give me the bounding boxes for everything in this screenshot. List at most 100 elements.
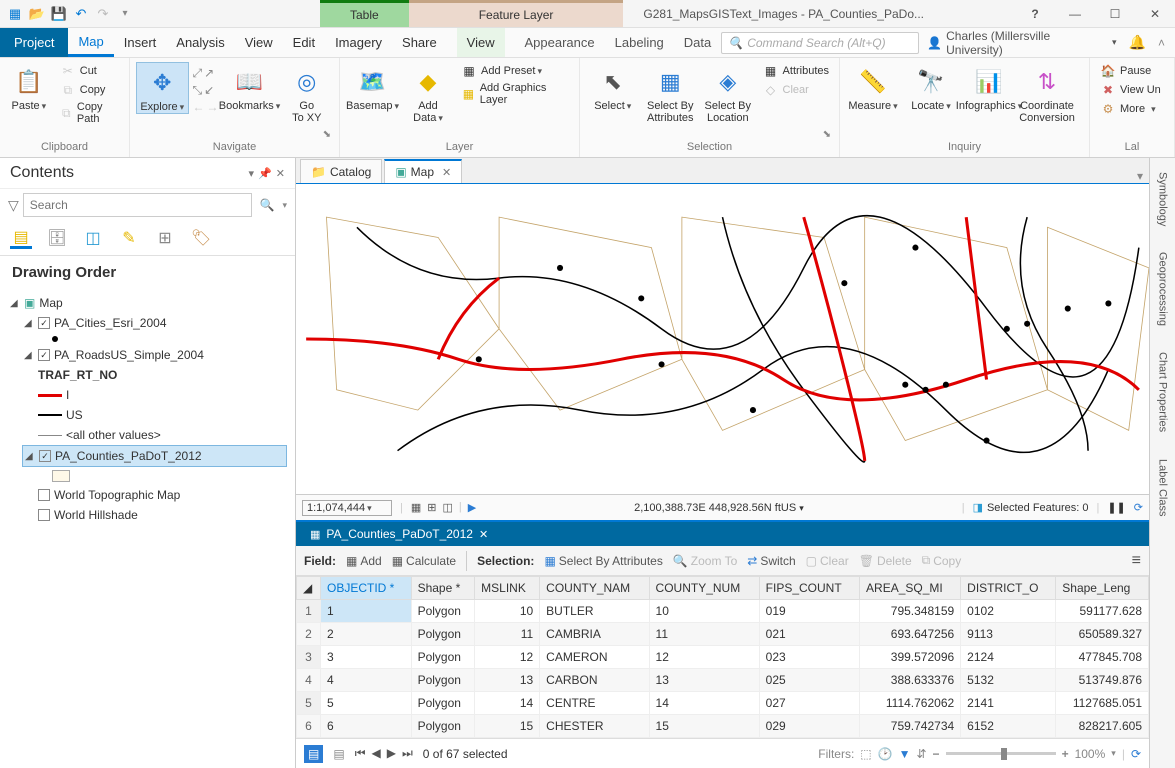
paste-button[interactable]: 📋 Paste — [6, 62, 52, 112]
table-cell[interactable]: 399.572096 — [860, 646, 961, 669]
table-row[interactable]: 55Polygon14CENTRE140271114.7620622141112… — [297, 692, 1149, 715]
table-cell[interactable]: 388.633376 — [860, 669, 961, 692]
view-unplaced-button[interactable]: ✖View Un — [1096, 81, 1165, 99]
attributes-button[interactable]: ▦Attributes — [759, 62, 833, 80]
imagery-tab[interactable]: Imagery — [325, 28, 392, 57]
table-cell[interactable]: 0102 — [961, 600, 1056, 623]
search-icon[interactable]: 🔍 — [256, 198, 279, 212]
table-cell[interactable]: 759.742734 — [860, 715, 961, 738]
table-cell[interactable]: CARBON — [540, 669, 649, 692]
user-account[interactable]: 👤Charles (Millersville University)▾ — [927, 29, 1116, 57]
table-cell[interactable]: CAMBRIA — [540, 623, 649, 646]
table-cell[interactable]: 6 — [297, 715, 321, 738]
pane-close-icon[interactable]: ✕ — [276, 167, 285, 180]
column-header[interactable]: OBJECTID * — [321, 577, 412, 600]
layer-checkbox[interactable] — [38, 317, 50, 329]
minimize-icon[interactable]: — — [1055, 0, 1095, 28]
clear-selection-button[interactable]: ◇Clear — [759, 81, 833, 99]
add-preset-button[interactable]: ▦Add Preset — [457, 62, 573, 80]
table-view-subtab[interactable]: View — [457, 28, 505, 57]
project-tab[interactable]: Project — [0, 28, 68, 57]
table-row[interactable]: 22Polygon11CAMBRIA11021693.6472569113650… — [297, 623, 1149, 646]
table-cell[interactable]: CHESTER — [540, 715, 649, 738]
view-options-icon[interactable]: ▾ — [1131, 169, 1149, 183]
column-header[interactable]: AREA_SQ_MI — [860, 577, 961, 600]
open-project-icon[interactable]: 📂 — [28, 5, 46, 23]
list-by-snapping-icon[interactable]: ⊞ — [154, 227, 176, 249]
maximize-icon[interactable]: ☐ — [1095, 0, 1135, 28]
table-cell[interactable]: 019 — [759, 600, 859, 623]
table-cell[interactable]: Polygon — [411, 623, 475, 646]
table-cell[interactable]: 14 — [475, 692, 540, 715]
geoprocessing-pane-tab[interactable]: Geoprocessing — [1157, 246, 1169, 332]
table-cell[interactable]: 3 — [321, 646, 412, 669]
list-by-editing-icon[interactable]: ✎ — [118, 227, 140, 249]
copy-path-button[interactable]: ⧉Copy Path — [56, 100, 123, 126]
share-tab[interactable]: Share — [392, 28, 447, 57]
measure-button[interactable]: 📏Measure — [846, 62, 900, 112]
save-icon[interactable]: 💾 — [50, 5, 68, 23]
goto-xy-button[interactable]: ◎ Go To XY — [281, 62, 333, 124]
table-cell[interactable]: 2141 — [961, 692, 1056, 715]
chart-properties-pane-tab[interactable]: Chart Properties — [1157, 346, 1169, 438]
pause-drawing-icon[interactable]: ❚❚ — [1107, 501, 1125, 514]
selection-launcher-icon[interactable]: ⬊ — [823, 129, 831, 140]
layer-checkbox[interactable] — [38, 489, 50, 501]
table-cell[interactable]: 2 — [321, 623, 412, 646]
list-by-labeling-icon[interactable]: 🏷 — [190, 227, 212, 249]
data-subtab[interactable]: Data — [674, 28, 721, 57]
dynamic-icon[interactable]: ▶ — [468, 501, 476, 514]
column-header[interactable]: COUNTY_NAM — [540, 577, 649, 600]
infographics-button[interactable]: 📊Infographics — [962, 62, 1016, 112]
table-cell[interactable]: Polygon — [411, 669, 475, 692]
contents-search-input[interactable] — [23, 193, 252, 217]
grid-icon[interactable]: ⊞ — [427, 501, 436, 514]
bookmarks-button[interactable]: 📖 Bookmarks — [223, 62, 277, 112]
attribute-table[interactable]: ◢OBJECTID *Shape *MSLINKCOUNTY_NAMCOUNTY… — [296, 576, 1149, 738]
copy-selection-button[interactable]: ⧉Copy — [922, 553, 962, 568]
pause-labeling-button[interactable]: 🏠Pause — [1096, 62, 1165, 80]
calculate-field-button[interactable]: ▦Calculate — [392, 554, 456, 568]
table-cell[interactable]: 5 — [297, 692, 321, 715]
zoom-slider[interactable] — [946, 752, 1056, 755]
table-cell[interactable]: 1114.762062 — [860, 692, 961, 715]
table-cell[interactable]: 1127685.051 — [1056, 692, 1149, 715]
row-header-corner[interactable]: ◢ — [297, 577, 321, 600]
layer-checkbox[interactable] — [38, 349, 50, 361]
table-cell[interactable]: 513749.876 — [1056, 669, 1149, 692]
table-cell[interactable]: 14 — [649, 692, 759, 715]
filter-icon[interactable]: ▽ — [8, 197, 19, 214]
snap-icon[interactable]: ▦ — [411, 501, 421, 514]
table-cell[interactable]: 4 — [321, 669, 412, 692]
command-search-input[interactable]: 🔍Command Search (Alt+Q) — [721, 32, 919, 54]
label-class-pane-tab[interactable]: Label Class — [1157, 453, 1169, 522]
filter-extent-icon[interactable]: ⬚ — [860, 747, 871, 761]
ribbon-collapse-icon[interactable]: ˄ — [1158, 36, 1165, 50]
list-by-selection-icon[interactable]: ◫ — [82, 227, 104, 249]
table-row[interactable]: 11Polygon10BUTLER10019795.34815901025911… — [297, 600, 1149, 623]
column-header[interactable]: COUNTY_NUM — [649, 577, 759, 600]
back-icon[interactable]: ← — [193, 100, 205, 114]
attribute-table-tab[interactable]: ▦ PA_Counties_PaDoT_2012 ✕ — [302, 527, 496, 541]
table-cell[interactable]: 1 — [321, 600, 412, 623]
table-cell[interactable]: 2 — [297, 623, 321, 646]
symbology-pane-tab[interactable]: Symbology — [1157, 166, 1169, 232]
full-extent-icon[interactable]: ⤢ — [193, 66, 203, 81]
table-cell[interactable]: CAMERON — [540, 646, 649, 669]
redo-icon[interactable]: ↷ — [94, 5, 112, 23]
select-by-attributes-tool[interactable]: ▦Select By Attributes — [544, 554, 662, 568]
appearance-subtab[interactable]: Appearance — [515, 28, 605, 57]
column-header[interactable]: Shape_Leng — [1056, 577, 1149, 600]
table-cell[interactable]: 4 — [297, 669, 321, 692]
add-field-button[interactable]: ▦Add — [346, 554, 382, 568]
table-cell[interactable]: 13 — [475, 669, 540, 692]
refresh-map-icon[interactable]: ⟳ — [1134, 501, 1143, 514]
table-row[interactable]: 33Polygon12CAMERON12023399.5720962124477… — [297, 646, 1149, 669]
table-cell[interactable]: 477845.708 — [1056, 646, 1149, 669]
map-tab[interactable]: Map — [68, 28, 113, 57]
locate-button[interactable]: 🔭Locate — [904, 62, 958, 112]
table-cell[interactable]: 025 — [759, 669, 859, 692]
table-cell[interactable]: Polygon — [411, 715, 475, 738]
basemap-button[interactable]: 🗺️ Basemap — [346, 62, 399, 112]
table-cell[interactable]: Polygon — [411, 692, 475, 715]
